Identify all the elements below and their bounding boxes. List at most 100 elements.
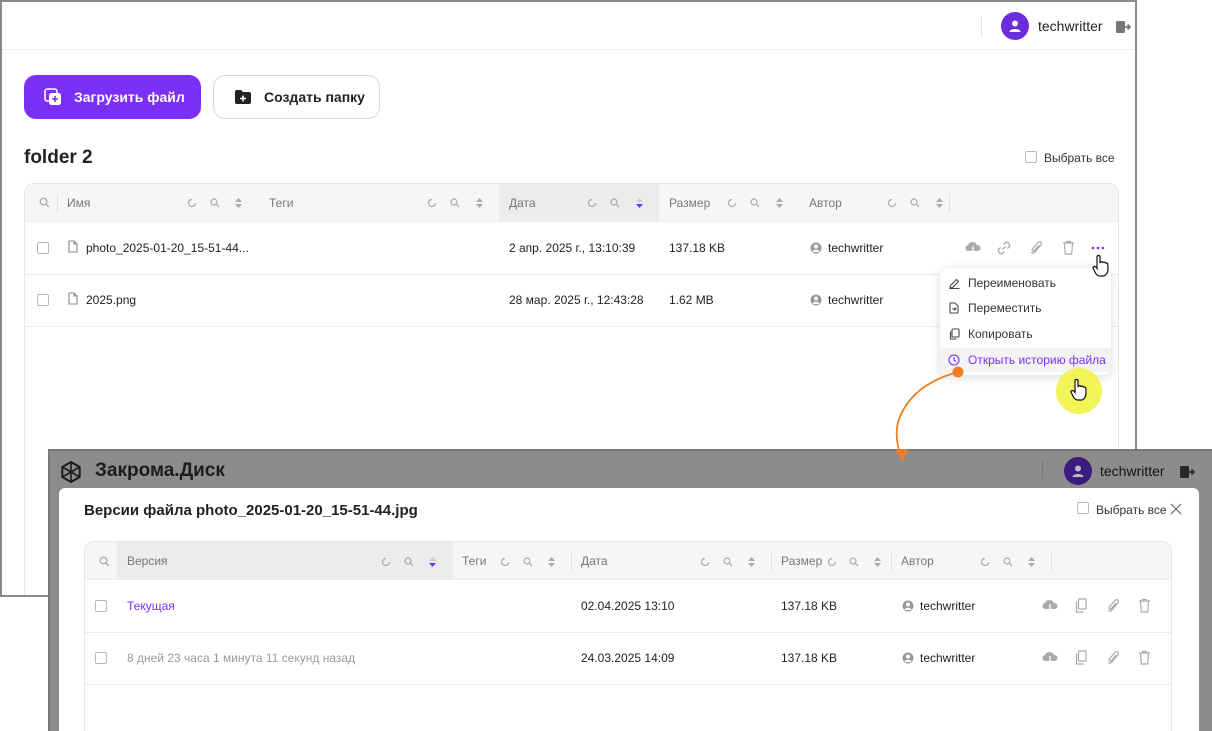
version-label[interactable]: Текущая [127,599,175,613]
reset-icon[interactable] [427,198,437,208]
logout-icon[interactable] [1179,464,1195,480]
sort-icon[interactable] [475,197,484,209]
sort-icon[interactable] [747,556,756,568]
sort-icon[interactable] [1027,556,1036,568]
filter-search-icon[interactable] [610,198,620,208]
file-icon [68,292,78,305]
sort-icon[interactable] [547,556,556,568]
create-folder-button[interactable]: Создать папку [213,75,380,119]
column-header-tags[interactable]: Теги [269,196,293,210]
reset-icon[interactable] [587,198,597,208]
avatar[interactable] [1001,12,1029,40]
username[interactable]: techwritter [1038,18,1103,34]
select-all-checkbox[interactable] [1077,502,1089,514]
reset-icon[interactable] [187,198,197,208]
file-name[interactable]: photo_2025-01-20_15-51-44... [86,241,249,255]
close-icon[interactable] [1170,503,1182,515]
sort-icon[interactable] [775,197,784,209]
filter-search-icon[interactable] [849,557,859,567]
row-checkbox[interactable] [37,242,49,254]
column-header-author[interactable]: Автор [809,196,842,210]
file-size: 1.62 MB [669,293,714,307]
reset-icon[interactable] [500,557,510,567]
download-cloud-icon[interactable] [1042,651,1058,664]
download-cloud-icon[interactable] [1042,599,1058,612]
filter-search-icon[interactable] [910,198,920,208]
menu-item-copy[interactable]: Копировать [940,322,1111,346]
versions-table: Версия Теги Дата Размер Автор Текущая 02… [84,541,1172,731]
copy-icon[interactable] [1075,598,1087,613]
search-icon[interactable] [39,197,50,208]
username[interactable]: techwritter [1100,463,1165,479]
reset-icon[interactable] [727,198,737,208]
filter-search-icon[interactable] [1003,557,1013,567]
select-all-label[interactable]: Выбрать все [1096,503,1167,517]
column-header-date[interactable]: Дата [581,554,608,568]
file-versions-modal: Версии файла photo_2025-01-20_15-51-44.j… [59,488,1199,731]
sort-icon[interactable] [935,197,944,209]
menu-item-rename[interactable]: Переименовать [940,271,1111,295]
trash-icon[interactable] [1138,650,1151,665]
filter-search-icon[interactable] [210,198,220,208]
top-bar: techwritter [2,2,1135,50]
row-checkbox[interactable] [95,652,107,664]
folder-title: folder 2 [24,147,93,168]
table-row[interactable]: 8 дней 23 часа 1 минута 11 секунд назад … [85,633,1171,684]
filter-search-icon[interactable] [723,557,733,567]
filter-search-icon[interactable] [404,557,414,567]
copy-icon [949,328,960,340]
copy-icon[interactable] [1075,650,1087,665]
trash-icon[interactable] [1138,598,1151,613]
version-size: 137.18 KB [781,651,838,665]
reset-icon[interactable] [887,198,897,208]
user-icon [810,242,822,254]
column-header-version[interactable]: Версия [127,554,168,568]
upload-icon [44,88,61,105]
reset-icon[interactable] [700,557,710,567]
menu-item-label: Копировать [968,327,1033,341]
sort-desc-icon[interactable] [635,197,644,209]
select-all-checkbox[interactable] [1025,151,1037,163]
sort-desc-icon[interactable] [428,556,437,568]
link-icon[interactable] [997,241,1011,255]
column-header-date[interactable]: Дата [509,196,536,210]
menu-item-move[interactable]: Переместить [940,296,1111,320]
search-icon[interactable] [99,556,110,567]
filter-search-icon[interactable] [523,557,533,567]
more-options-icon[interactable] [1091,246,1105,250]
file-name[interactable]: 2025.png [86,293,136,307]
version-label[interactable]: 8 дней 23 часа 1 минута 11 секунд назад [127,651,355,665]
paperclip-icon[interactable] [1107,598,1119,613]
column-header-size[interactable]: Размер [781,554,822,568]
menu-item-label: Переименовать [968,276,1056,290]
column-header-name[interactable]: Имя [67,196,90,210]
avatar[interactable] [1064,457,1092,485]
trash-icon[interactable] [1062,240,1075,255]
paperclip-icon[interactable] [1030,240,1042,255]
reset-icon[interactable] [827,557,837,567]
logout-icon[interactable] [1115,19,1131,35]
row-checkbox[interactable] [37,294,49,306]
version-author: techwritter [920,599,976,613]
reset-icon[interactable] [381,557,391,567]
filter-search-icon[interactable] [750,198,760,208]
column-header-tags[interactable]: Теги [462,554,486,568]
column-header-size[interactable]: Размер [669,196,710,210]
row-checkbox[interactable] [95,600,107,612]
paperclip-icon[interactable] [1107,650,1119,665]
filter-search-icon[interactable] [450,198,460,208]
file-author: techwritter [828,293,884,307]
file-icon [68,240,78,253]
reset-icon[interactable] [980,557,990,567]
column-header-author[interactable]: Автор [901,554,934,568]
select-all-label[interactable]: Выбрать все [1044,151,1115,165]
modal-title: Версии файла photo_2025-01-20_15-51-44.j… [84,502,418,519]
sort-icon[interactable] [234,197,243,209]
table-row[interactable]: photo_2025-01-20_15-51-44... 2 апр. 2025… [25,222,1118,274]
sort-icon[interactable] [873,556,882,568]
download-cloud-icon[interactable] [965,241,981,254]
pencil-icon [948,278,959,289]
versions-window: Закрома.Диск techwritter Версии файла ph… [48,449,1212,731]
table-row[interactable]: Текущая 02.04.2025 13:10 137.18 KB techw… [85,580,1171,632]
upload-file-button[interactable]: Загрузить файл [24,75,201,119]
